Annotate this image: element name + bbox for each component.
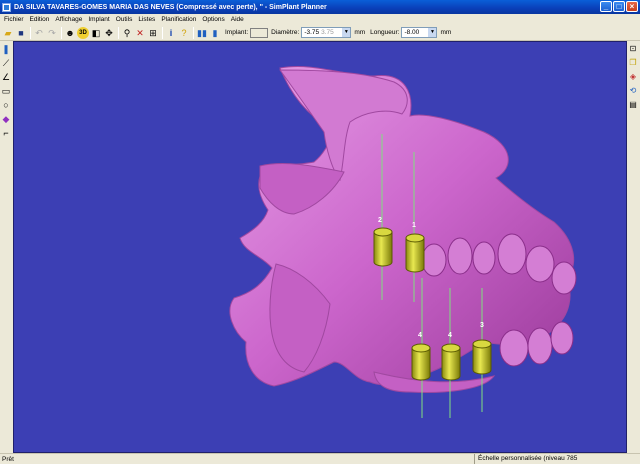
toolbar-separator <box>162 26 163 39</box>
main-toolbar: ▰ ■ ↶ ↷ ☻ 3D ◧ ✥ ⚲ ✕ ⊞ i ? ▮▮ ▮ Implant:… <box>0 25 640 41</box>
patient-face-icon[interactable]: ☻ <box>64 27 76 39</box>
chevron-down-icon[interactable]: ▼ <box>428 28 437 37</box>
settings-view-icon[interactable]: ▤ <box>627 99 639 111</box>
menu-affichage[interactable]: Affichage <box>55 16 82 23</box>
menu-bar: Fichier Edition Affichage Implant Outils… <box>0 14 640 25</box>
diameter-label: Diamètre: <box>271 29 300 36</box>
menu-implant[interactable]: Implant <box>88 16 109 23</box>
diameter-unit: mm <box>354 29 366 36</box>
menu-fichier[interactable]: Fichier <box>4 16 24 23</box>
view-layer-icon[interactable]: ⊡ <box>627 43 639 55</box>
implant-label-1[interactable]: 1 <box>412 222 416 229</box>
implant-4b <box>441 347 461 381</box>
close-button[interactable]: × <box>626 1 638 12</box>
status-scale: Échelle personnalisée (niveau 785 <box>474 454 640 464</box>
right-toolbar: ⊡ ❐ ◈ ⟲ ▤ <box>627 41 640 453</box>
menu-options[interactable]: Options <box>202 16 224 23</box>
move-icon[interactable]: ✥ <box>103 27 115 39</box>
implant-label-3[interactable]: 3 <box>480 322 484 329</box>
open-folder-icon[interactable]: ▰ <box>2 27 14 39</box>
toolbar-separator <box>193 26 194 39</box>
window-title: DA SILVA TAVARES-GOMES MARIA DAS NEVES (… <box>14 3 327 11</box>
measure-distance-icon[interactable]: ⟋ <box>0 57 12 69</box>
implant-4a <box>411 347 431 381</box>
implant-color-swatch[interactable] <box>250 27 269 38</box>
diameter-select[interactable]: -3.75 3.75 ▼ <box>301 27 352 38</box>
diameter-value: -3.75 <box>304 29 320 36</box>
implant-pair-icon[interactable]: ▮▮ <box>196 27 208 39</box>
minimize-button[interactable]: _ <box>600 1 612 12</box>
implant-label-4a[interactable]: 4 <box>418 332 422 339</box>
length-value: -8.00 <box>404 29 420 36</box>
length-label: Longueur: <box>370 29 400 36</box>
toolbar-separator <box>61 26 62 39</box>
color-map-icon[interactable]: ◈ <box>627 71 639 83</box>
diameter-ghost-text: 3.75 <box>321 29 334 36</box>
skull-model-render <box>229 66 577 418</box>
undo-icon[interactable]: ↶ <box>33 27 45 39</box>
redo-icon[interactable]: ↷ <box>46 27 58 39</box>
rotate-view-icon[interactable]: ⟲ <box>627 85 639 97</box>
left-toolbar: ❚ ⟋ ∠ ▭ ○ ◆ ⌐ <box>0 41 13 453</box>
help-icon[interactable]: ? <box>178 27 190 39</box>
title-bar: DA SILVA TAVARES-GOMES MARIA DAS NEVES (… <box>0 0 640 14</box>
nerve-tool-icon[interactable]: ⌐ <box>0 127 12 139</box>
chevron-down-icon[interactable]: ▼ <box>342 28 351 37</box>
implant-add-icon[interactable]: ▮ <box>209 27 221 39</box>
zoom-icon[interactable]: ⚲ <box>121 27 133 39</box>
implant-label-4b[interactable]: 4 <box>448 332 452 339</box>
length-select[interactable]: -8.00 ▼ <box>401 27 438 38</box>
status-text: Prêt <box>2 455 14 463</box>
toolbar-separator <box>30 26 31 39</box>
copy-view-icon[interactable]: ❐ <box>627 57 639 69</box>
view-3d-button[interactable]: 3D <box>77 26 89 39</box>
menu-outils[interactable]: Outils <box>116 16 133 23</box>
rectangle-icon[interactable]: ▭ <box>0 85 12 97</box>
save-icon[interactable]: ■ <box>15 27 27 39</box>
maximize-button[interactable]: □ <box>613 1 625 12</box>
measure-angle-icon[interactable]: ∠ <box>0 71 12 83</box>
menu-planification[interactable]: Planification <box>161 16 196 23</box>
menu-aide[interactable]: Aide <box>231 16 244 23</box>
implant-label-2[interactable]: 2 <box>378 217 382 224</box>
implant-1 <box>405 237 425 273</box>
grid-icon[interactable]: ⊞ <box>147 27 159 39</box>
info-icon[interactable]: i <box>165 27 177 39</box>
implant-label: Implant: <box>225 29 249 36</box>
contrast-icon[interactable]: ◧ <box>90 27 102 39</box>
remove-measure-icon[interactable]: ✕ <box>134 27 146 39</box>
implant-2 <box>373 231 393 267</box>
circle-icon[interactable]: ○ <box>0 99 12 111</box>
app-icon <box>2 2 11 12</box>
status-bar: Prêt Échelle personnalisée (niveau 785 <box>0 453 640 464</box>
toolbar-separator <box>118 26 119 39</box>
3d-viewport[interactable]: 2 1 4 4 3 <box>13 41 627 453</box>
menu-edition[interactable]: Edition <box>30 16 50 23</box>
length-unit: mm <box>440 29 452 36</box>
cube-icon[interactable]: ◆ <box>0 113 12 125</box>
menu-listes[interactable]: Listes <box>138 16 155 23</box>
pointer-icon[interactable]: ❚ <box>0 43 12 55</box>
